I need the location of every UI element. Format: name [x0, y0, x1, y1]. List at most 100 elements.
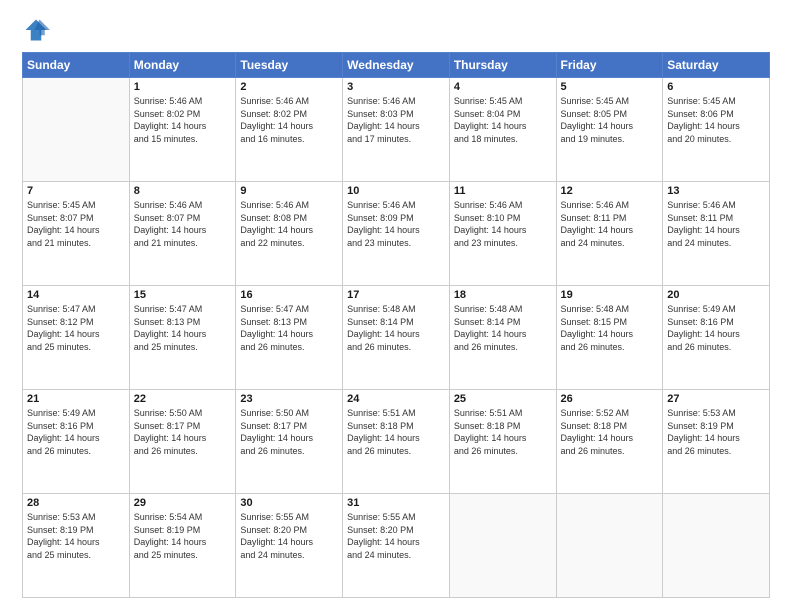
calendar-cell: 20Sunrise: 5:49 AM Sunset: 8:16 PM Dayli…: [663, 286, 770, 390]
calendar-cell: 16Sunrise: 5:47 AM Sunset: 8:13 PM Dayli…: [236, 286, 343, 390]
day-info: Sunrise: 5:45 AM Sunset: 8:07 PM Dayligh…: [27, 199, 125, 249]
day-number: 31: [347, 497, 445, 509]
calendar-cell: 18Sunrise: 5:48 AM Sunset: 8:14 PM Dayli…: [449, 286, 556, 390]
weekday-header-row: SundayMondayTuesdayWednesdayThursdayFrid…: [23, 53, 770, 78]
calendar-cell: 5 Sunrise: 5:45 AM Sunset: 8:05 PM Daylig…: [556, 78, 663, 182]
calendar-week-row: 14 Sunrise: 5:47 AM Sunset: 8:12 PM Dayli…: [23, 286, 770, 390]
calendar-cell: 13 Sunrise: 5:46 AM Sunset: 8:11 PM Dayli…: [663, 182, 770, 286]
calendar-table: SundayMondayTuesdayWednesdayThursdayFrid…: [22, 52, 770, 598]
calendar-cell: 8Sunrise: 5:46 AM Sunset: 8:07 PM Daylig…: [129, 182, 236, 286]
calendar-cell: 21 Sunrise: 5:49 AM Sunset: 8:16 PM Dayli…: [23, 390, 130, 494]
day-info: Sunrise: 5:46 AM Sunset: 8:11 PM Dayligh…: [667, 199, 765, 249]
calendar-cell: 17Sunrise: 5:48 AM Sunset: 8:14 PM Dayli…: [343, 286, 450, 390]
calendar-cell: 7 Sunrise: 5:45 AM Sunset: 8:07 PM Daylig…: [23, 182, 130, 286]
calendar-week-row: 28 Sunrise: 5:53 AM Sunset: 8:19 PM Dayli…: [23, 494, 770, 598]
day-number: 21: [27, 393, 125, 405]
calendar-cell: 31 Sunrise: 5:55 AM Sunset: 8:20 PM Dayli…: [343, 494, 450, 598]
day-number: 25: [454, 393, 552, 405]
day-number: 19: [561, 289, 659, 301]
logo: [22, 18, 52, 46]
day-number: 23: [240, 393, 338, 405]
day-info: Sunrise: 5:50 AM Sunset: 8:17 PM Dayligh…: [134, 407, 232, 457]
day-number: 22: [134, 393, 232, 405]
day-number: 1: [134, 81, 232, 93]
calendar-cell: 28 Sunrise: 5:53 AM Sunset: 8:19 PM Dayli…: [23, 494, 130, 598]
weekday-header-sunday: Sunday: [23, 53, 130, 78]
calendar-cell: 11Sunrise: 5:46 AM Sunset: 8:10 PM Dayli…: [449, 182, 556, 286]
day-number: 14: [27, 289, 125, 301]
day-number: 6: [667, 81, 765, 93]
day-number: 28: [27, 497, 125, 509]
day-number: 20: [667, 289, 765, 301]
day-number: 4: [454, 81, 552, 93]
day-number: 9: [240, 185, 338, 197]
day-info: Sunrise: 5:51 AM Sunset: 8:18 PM Dayligh…: [347, 407, 445, 457]
calendar-cell: 6 Sunrise: 5:45 AM Sunset: 8:06 PM Daylig…: [663, 78, 770, 182]
day-info: Sunrise: 5:48 AM Sunset: 8:14 PM Dayligh…: [347, 303, 445, 353]
day-info: Sunrise: 5:46 AM Sunset: 8:08 PM Dayligh…: [240, 199, 338, 249]
calendar-week-row: 21 Sunrise: 5:49 AM Sunset: 8:16 PM Dayli…: [23, 390, 770, 494]
calendar-cell: [23, 78, 130, 182]
day-info: Sunrise: 5:45 AM Sunset: 8:06 PM Dayligh…: [667, 95, 765, 145]
day-number: 7: [27, 185, 125, 197]
calendar-cell: [556, 494, 663, 598]
day-info: Sunrise: 5:55 AM Sunset: 8:20 PM Dayligh…: [347, 511, 445, 561]
calendar-cell: [449, 494, 556, 598]
calendar-cell: 22 Sunrise: 5:50 AM Sunset: 8:17 PM Dayli…: [129, 390, 236, 494]
day-info: Sunrise: 5:49 AM Sunset: 8:16 PM Dayligh…: [27, 407, 125, 457]
calendar-cell: 27Sunrise: 5:53 AM Sunset: 8:19 PM Dayli…: [663, 390, 770, 494]
day-number: 2: [240, 81, 338, 93]
calendar-week-row: 1 Sunrise: 5:46 AM Sunset: 8:02 PM Daylig…: [23, 78, 770, 182]
calendar-cell: 24 Sunrise: 5:51 AM Sunset: 8:18 PM Dayli…: [343, 390, 450, 494]
calendar-week-row: 7 Sunrise: 5:45 AM Sunset: 8:07 PM Daylig…: [23, 182, 770, 286]
weekday-header-monday: Monday: [129, 53, 236, 78]
calendar-cell: 9 Sunrise: 5:46 AM Sunset: 8:08 PM Daylig…: [236, 182, 343, 286]
day-info: Sunrise: 5:47 AM Sunset: 8:12 PM Dayligh…: [27, 303, 125, 353]
calendar-cell: 2 Sunrise: 5:46 AM Sunset: 8:02 PM Daylig…: [236, 78, 343, 182]
day-number: 16: [240, 289, 338, 301]
day-number: 26: [561, 393, 659, 405]
day-number: 24: [347, 393, 445, 405]
calendar-cell: [663, 494, 770, 598]
day-info: Sunrise: 5:46 AM Sunset: 8:07 PM Dayligh…: [134, 199, 232, 249]
day-info: Sunrise: 5:46 AM Sunset: 8:02 PM Dayligh…: [134, 95, 232, 145]
day-info: Sunrise: 5:45 AM Sunset: 8:05 PM Dayligh…: [561, 95, 659, 145]
day-number: 27: [667, 393, 765, 405]
day-info: Sunrise: 5:45 AM Sunset: 8:04 PM Dayligh…: [454, 95, 552, 145]
weekday-header-wednesday: Wednesday: [343, 53, 450, 78]
day-info: Sunrise: 5:46 AM Sunset: 8:11 PM Dayligh…: [561, 199, 659, 249]
calendar-cell: 30 Sunrise: 5:55 AM Sunset: 8:20 PM Dayli…: [236, 494, 343, 598]
day-info: Sunrise: 5:46 AM Sunset: 8:02 PM Dayligh…: [240, 95, 338, 145]
logo-icon: [22, 16, 50, 44]
calendar-cell: 19 Sunrise: 5:48 AM Sunset: 8:15 PM Dayli…: [556, 286, 663, 390]
day-number: 12: [561, 185, 659, 197]
day-number: 29: [134, 497, 232, 509]
calendar-cell: 12 Sunrise: 5:46 AM Sunset: 8:11 PM Dayli…: [556, 182, 663, 286]
day-number: 13: [667, 185, 765, 197]
day-number: 3: [347, 81, 445, 93]
day-info: Sunrise: 5:47 AM Sunset: 8:13 PM Dayligh…: [134, 303, 232, 353]
day-number: 5: [561, 81, 659, 93]
day-info: Sunrise: 5:48 AM Sunset: 8:15 PM Dayligh…: [561, 303, 659, 353]
weekday-header-friday: Friday: [556, 53, 663, 78]
page: SundayMondayTuesdayWednesdayThursdayFrid…: [0, 0, 792, 612]
day-info: Sunrise: 5:46 AM Sunset: 8:03 PM Dayligh…: [347, 95, 445, 145]
day-info: Sunrise: 5:46 AM Sunset: 8:10 PM Dayligh…: [454, 199, 552, 249]
day-info: Sunrise: 5:54 AM Sunset: 8:19 PM Dayligh…: [134, 511, 232, 561]
header: [22, 18, 770, 46]
day-number: 30: [240, 497, 338, 509]
calendar-cell: 10 Sunrise: 5:46 AM Sunset: 8:09 PM Dayli…: [343, 182, 450, 286]
day-info: Sunrise: 5:52 AM Sunset: 8:18 PM Dayligh…: [561, 407, 659, 457]
day-info: Sunrise: 5:50 AM Sunset: 8:17 PM Dayligh…: [240, 407, 338, 457]
day-info: Sunrise: 5:51 AM Sunset: 8:18 PM Dayligh…: [454, 407, 552, 457]
weekday-header-thursday: Thursday: [449, 53, 556, 78]
weekday-header-saturday: Saturday: [663, 53, 770, 78]
calendar-cell: 14 Sunrise: 5:47 AM Sunset: 8:12 PM Dayli…: [23, 286, 130, 390]
calendar-cell: 29 Sunrise: 5:54 AM Sunset: 8:19 PM Dayli…: [129, 494, 236, 598]
day-info: Sunrise: 5:55 AM Sunset: 8:20 PM Dayligh…: [240, 511, 338, 561]
day-number: 15: [134, 289, 232, 301]
day-info: Sunrise: 5:53 AM Sunset: 8:19 PM Dayligh…: [27, 511, 125, 561]
day-info: Sunrise: 5:48 AM Sunset: 8:14 PM Dayligh…: [454, 303, 552, 353]
day-number: 10: [347, 185, 445, 197]
day-info: Sunrise: 5:46 AM Sunset: 8:09 PM Dayligh…: [347, 199, 445, 249]
